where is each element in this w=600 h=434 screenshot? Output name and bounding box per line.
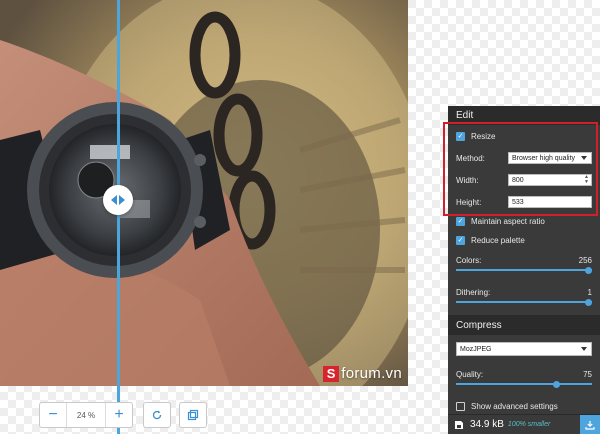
height-label: Height:: [456, 198, 482, 207]
rotate-icon: [152, 410, 162, 420]
maintain-aspect-toggle[interactable]: ✓ Maintain aspect ratio: [456, 217, 545, 226]
method-select[interactable]: Browser high quality: [508, 152, 592, 164]
arrow-right-icon: [119, 195, 125, 205]
maintain-aspect-label: Maintain aspect ratio: [471, 217, 545, 226]
size-savings: 100% smaller: [507, 421, 551, 428]
rotate-button[interactable]: [143, 402, 171, 428]
layers-icon: [187, 409, 199, 421]
colors-value: 256: [578, 256, 592, 265]
dithering-value: 1: [587, 288, 592, 297]
resize-label: Resize: [471, 132, 496, 141]
background-toggle-button[interactable]: [179, 402, 207, 428]
width-input[interactable]: 800 ▲ ▼: [508, 174, 592, 186]
maintain-aspect-checkbox[interactable]: ✓: [456, 217, 465, 226]
resize-checkbox[interactable]: ✓: [456, 132, 465, 141]
method-value: Browser high quality: [512, 154, 576, 162]
codec-value: MozJPEG: [460, 345, 492, 353]
dithering-label: Dithering:: [456, 288, 491, 297]
height-value: 533: [512, 198, 524, 206]
advanced-settings-toggle[interactable]: Show advanced settings: [456, 402, 558, 411]
output-file-size: 34.9 kB: [470, 419, 504, 430]
codec-select[interactable]: MozJPEG: [456, 342, 592, 356]
watermark-text: forum.vn: [341, 365, 402, 382]
file-icon: [455, 420, 463, 429]
method-label: Method:: [456, 154, 485, 163]
width-label: Width:: [456, 176, 479, 185]
zoom-controls: − 24 % +: [39, 402, 133, 428]
reduce-palette-label: Reduce palette: [471, 236, 525, 245]
reduce-palette-checkbox[interactable]: ✓: [456, 236, 465, 245]
colors-slider[interactable]: [456, 266, 592, 274]
download-button[interactable]: [580, 415, 600, 434]
advanced-settings-label: Show advanced settings: [471, 402, 558, 411]
quality-label: Quality:: [456, 370, 484, 379]
zoom-out-button[interactable]: −: [40, 403, 66, 427]
edit-section-header: Edit: [448, 106, 600, 125]
settings-panel: Edit ✓ Resize Method: Browser high quali…: [448, 106, 600, 434]
dithering-slider[interactable]: [456, 298, 592, 306]
quality-slider-thumb[interactable]: [552, 380, 560, 388]
dithering-slider-thumb[interactable]: [585, 298, 592, 306]
watermark: S forum.vn: [323, 365, 402, 382]
result-footer: 34.9 kB 100% smaller: [448, 414, 600, 434]
chevron-down-icon: [581, 156, 587, 160]
width-value: 800: [512, 176, 524, 184]
quality-slider[interactable]: [456, 380, 592, 388]
colors-slider-thumb[interactable]: [585, 266, 592, 274]
zoom-toolbar: − 24 % +: [39, 402, 207, 428]
chevron-down-icon: [581, 347, 587, 351]
colors-label: Colors:: [456, 256, 482, 265]
compare-slider-handle[interactable]: [103, 185, 133, 215]
advanced-settings-checkbox[interactable]: [456, 402, 465, 411]
quality-value: 75: [583, 370, 592, 379]
height-input[interactable]: 533: [508, 196, 592, 208]
zoom-level[interactable]: 24 %: [66, 403, 106, 427]
photo-illustration: [0, 0, 408, 386]
compress-section-header: Compress: [448, 315, 600, 335]
download-icon: [585, 421, 595, 430]
compare-divider[interactable]: [117, 0, 120, 434]
arrow-left-icon: [111, 195, 117, 205]
zoom-in-button[interactable]: +: [106, 403, 132, 427]
watermark-logo: S: [323, 365, 340, 382]
resize-toggle[interactable]: ✓ Resize: [456, 132, 495, 141]
reduce-palette-toggle[interactable]: ✓ Reduce palette: [456, 236, 525, 245]
stepper-icon[interactable]: ▲ ▼: [584, 175, 589, 185]
image-preview[interactable]: S forum.vn: [0, 0, 408, 386]
